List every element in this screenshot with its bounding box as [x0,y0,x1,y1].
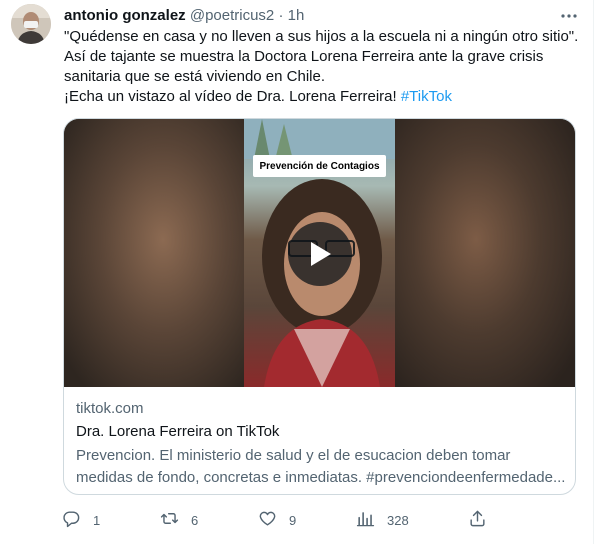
like-button[interactable]: 9 [258,508,296,532]
separator: · [278,7,284,24]
card-description-line: medidas de fondo, concretas e inmediatas… [76,469,566,486]
more-icon[interactable] [556,3,582,29]
timestamp[interactable]: 1h [288,7,305,24]
reply-icon [62,509,81,531]
retweet-count: 6 [191,512,199,528]
hashtag-link[interactable]: #TikTok [401,88,452,105]
tweet-text-segment: ¡Echa un vistazo al vídeo de Dra. Lorena… [64,88,401,105]
tweet-actions: 1 6 9 328 [58,508,498,532]
retweet-icon [160,509,179,531]
views-icon [356,509,375,531]
reply-count: 1 [93,512,101,528]
card-title[interactable]: Dra. Lorena Ferreira on TikTok [76,423,279,440]
tweet-text-line: "Quédense en casa y no lleven a sus hijo… [64,28,579,45]
author-name[interactable]: antonio gonzalez [64,7,186,24]
card-domain: tiktok.com [76,400,144,417]
tweet-text-line: ¡Echa un vistazo al vídeo de Dra. Lorena… [64,87,574,107]
reply-button[interactable]: 1 [62,508,100,532]
share-button[interactable] [468,508,487,532]
card-description-line: Prevencion. El ministerio de salud y el … [76,447,511,464]
video-overlay-label: Prevención de Contagios [253,155,386,177]
views-count: 328 [387,512,409,528]
card-description: Prevencion. El ministerio de salud y el … [76,445,566,489]
tweet-text: "Quédense en casa y no lleven a sus hijo… [64,27,579,107]
timeline-divider [593,0,594,544]
retweet-button[interactable]: 6 [160,508,198,532]
play-icon[interactable] [288,222,352,286]
avatar[interactable] [11,4,51,44]
like-icon [258,509,277,531]
tweet-header: antonio gonzalez @poetricus2 · 1h [64,6,304,26]
author-handle[interactable]: @poetricus2 [190,7,274,24]
share-icon [468,509,487,531]
tweet[interactable]: antonio gonzalez @poetricus2 · 1h "Quéde… [0,0,602,544]
tweet-text-line: Así de tajante se muestra la Doctora Lor… [64,48,544,65]
blurred-background-right [395,119,575,387]
like-count: 9 [289,512,297,528]
link-card[interactable]: Prevención de Contagios tiktok.com Dra. … [63,118,576,495]
tweet-text-line: sanitaria que se está viviendo en Chile. [64,68,325,85]
blurred-background-left [64,119,244,387]
video-thumbnail[interactable]: Prevención de Contagios [64,119,575,387]
views-button[interactable]: 328 [356,508,409,532]
